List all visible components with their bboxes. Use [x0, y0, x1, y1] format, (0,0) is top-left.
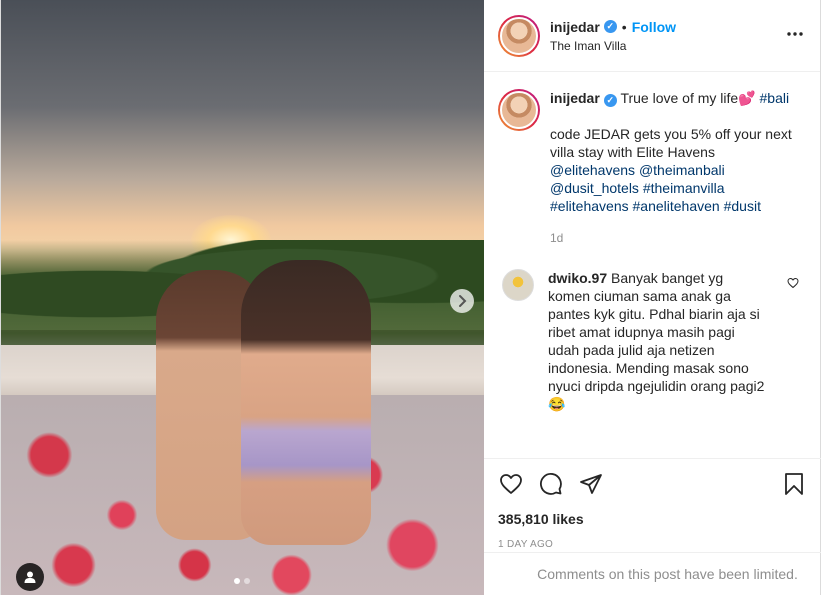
carousel-dot-active: [234, 578, 240, 584]
comments-limited-notice: Comments on this post have been limited.: [484, 552, 821, 595]
verified-badge-icon: ✓: [603, 93, 617, 107]
follow-button[interactable]: Follow: [632, 19, 676, 35]
location-link[interactable]: The Iman Villa: [550, 39, 676, 53]
post-side-panel: inijedar ✓ • Follow The Iman Villa inije…: [484, 0, 821, 595]
share-button[interactable]: [578, 471, 604, 497]
comment-text: Banyak banget yg komen ciuman sama anak …: [548, 270, 765, 412]
hashtag-link[interactable]: #dusit: [724, 198, 761, 214]
mention-link[interactable]: @elitehavens: [550, 162, 635, 178]
caption: inijedar ✓ True love of my life💕 #bali co…: [498, 89, 807, 247]
caption-timestamp[interactable]: 1d: [550, 229, 795, 247]
mention-link[interactable]: @theimanbali: [639, 162, 725, 178]
post-header: inijedar ✓ • Follow The Iman Villa: [484, 0, 820, 72]
hashtag-link[interactable]: #anelitehaven: [633, 198, 720, 214]
verified-badge-icon: ✓: [603, 20, 617, 33]
carousel-dots: [234, 578, 250, 584]
comment-bubble-icon: [540, 473, 562, 495]
header-username[interactable]: inijedar: [550, 19, 600, 35]
hashtag-link[interactable]: #elitehavens: [550, 198, 629, 214]
like-button[interactable]: [498, 471, 524, 497]
caption-promo-text: code JEDAR gets you 5% off your next vil…: [550, 126, 792, 160]
comment-item: dwiko.97 Banyak banget yg komen ciuman s…: [498, 269, 807, 413]
paper-plane-icon: [580, 474, 602, 494]
hashtag-link[interactable]: #bali: [760, 90, 790, 106]
caption-text: True love of my life💕: [620, 90, 756, 106]
chevron-right-icon: [459, 295, 467, 307]
comments-section[interactable]: inijedar ✓ True love of my life💕 #bali co…: [484, 73, 821, 458]
more-options-button[interactable]: [786, 26, 804, 37]
more-horizontal-icon: [787, 32, 803, 36]
post-photo[interactable]: [0, 0, 484, 595]
save-button[interactable]: [781, 471, 807, 497]
commenter-username[interactable]: dwiko.97: [548, 270, 607, 286]
post-actions: 385,810 likes 1 DAY AGO: [484, 458, 821, 550]
commenter-avatar[interactable]: [502, 269, 534, 301]
user-icon: [24, 571, 36, 583]
carousel-dot: [244, 578, 250, 584]
photo-figure-right: [241, 260, 371, 545]
heart-icon: [500, 474, 522, 494]
carousel-next-button[interactable]: [450, 289, 474, 313]
caption-avatar[interactable]: [498, 89, 540, 131]
hashtag-link[interactable]: #theimanvilla: [643, 180, 725, 196]
tagged-users-button[interactable]: [16, 563, 44, 591]
separator-bullet: •: [621, 18, 627, 35]
comment-like-heart-icon[interactable]: [787, 277, 799, 289]
post-timestamp[interactable]: 1 DAY AGO: [498, 539, 807, 550]
caption-username[interactable]: inijedar: [550, 90, 600, 106]
bookmark-icon: [785, 473, 803, 495]
comment-button[interactable]: [538, 471, 564, 497]
caption-avatar-image: [500, 91, 538, 129]
avatar-image: [500, 16, 538, 55]
avatar[interactable]: [498, 14, 540, 57]
likes-count[interactable]: 385,810 likes: [498, 511, 807, 527]
mention-link[interactable]: @dusit_hotels: [550, 180, 639, 196]
